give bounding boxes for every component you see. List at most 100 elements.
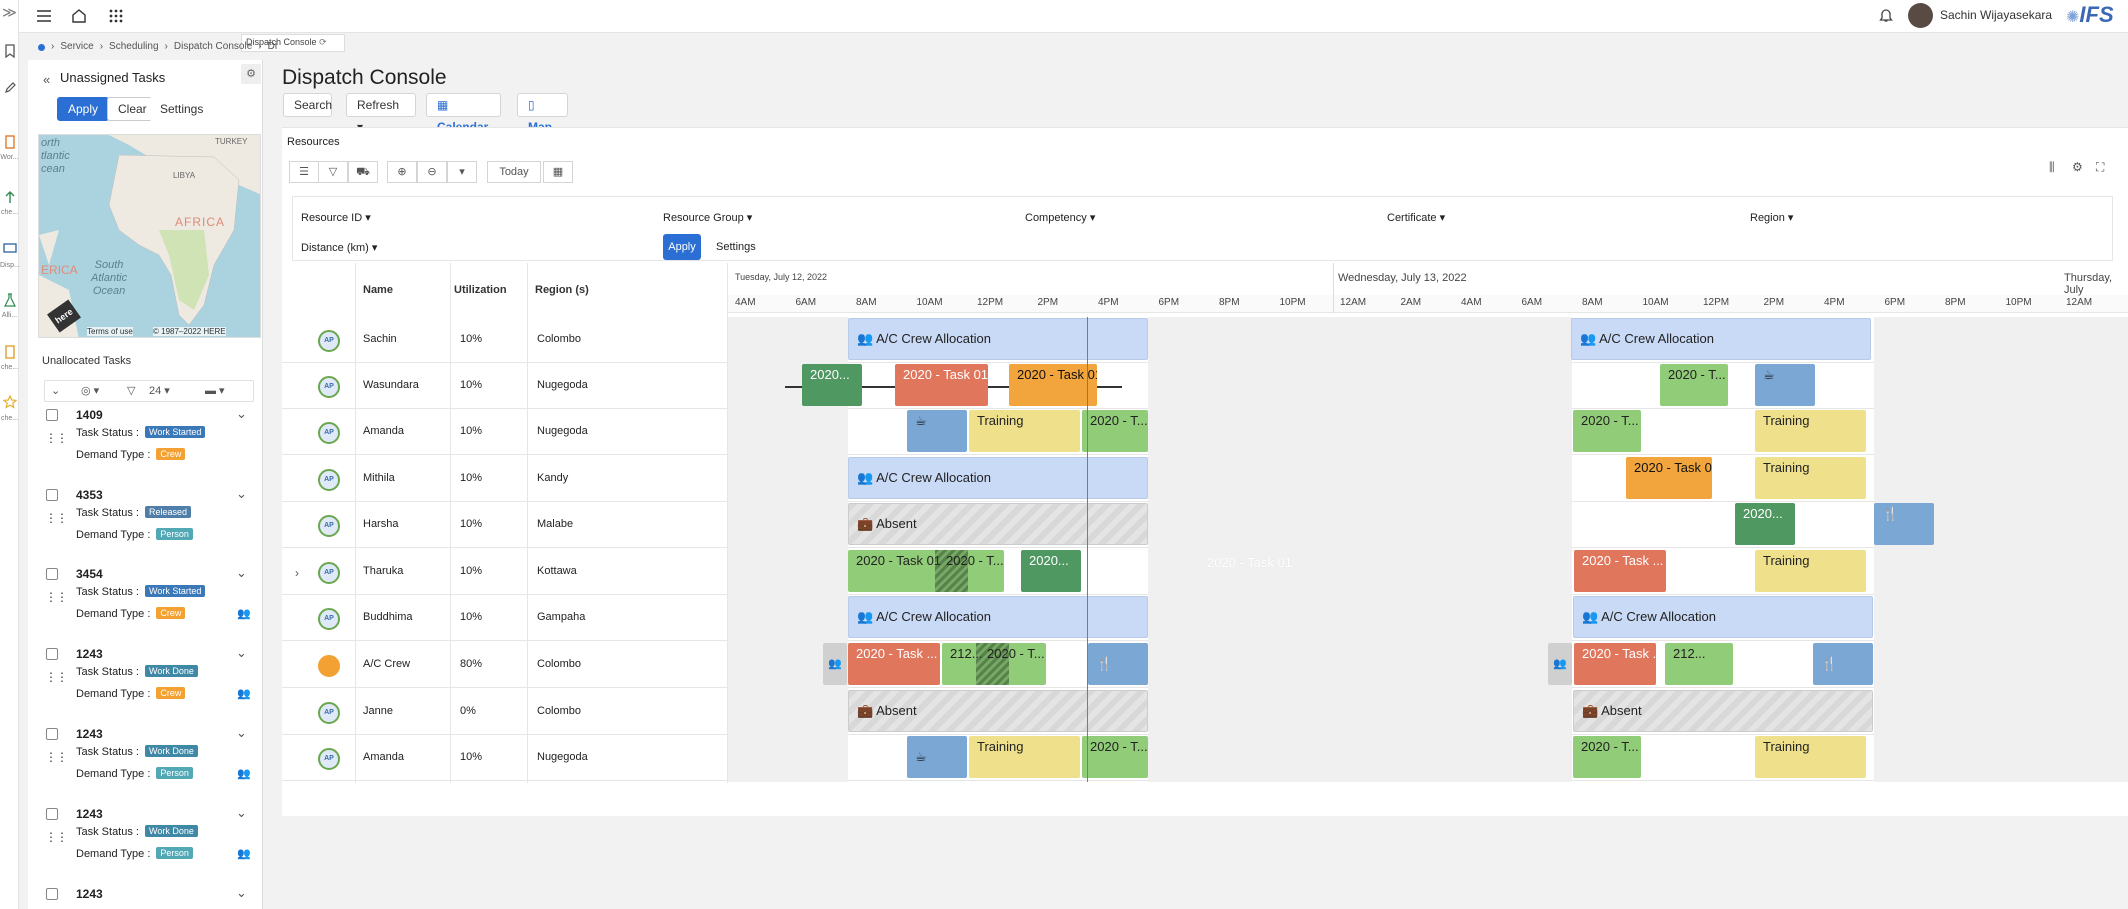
task-block[interactable]: 2020 - Task 01 — [1626, 457, 1712, 499]
zoom-out-icon[interactable]: ⊖ — [417, 161, 447, 183]
col-region[interactable]: Region (s) — [535, 284, 589, 296]
settings-button[interactable]: Settings — [149, 97, 215, 121]
distance-filter[interactable]: Distance (km) ▾ — [301, 241, 377, 254]
breadcrumb-item[interactable]: Dispatch Console — [174, 41, 252, 52]
home-icon[interactable] — [71, 8, 87, 26]
chevron-down-icon[interactable]: ⌄ — [236, 645, 247, 661]
group-icon[interactable]: ⛟ — [348, 161, 378, 183]
absent-block[interactable]: 💼 Absent — [848, 690, 1148, 732]
resource-group-filter[interactable]: Resource Group ▾ — [663, 211, 752, 224]
filter-settings-button[interactable]: Settings — [716, 241, 756, 253]
today-button[interactable]: Today — [487, 161, 541, 183]
page-size-select[interactable]: 24 ▾ — [149, 384, 170, 397]
break-block[interactable]: ☕ — [907, 736, 967, 778]
region-filter[interactable]: Region ▾ — [1750, 211, 1793, 224]
training-block[interactable]: Training — [1755, 457, 1866, 499]
task-block[interactable]: 212... — [1665, 643, 1733, 685]
col-util[interactable]: Utilization — [454, 284, 507, 296]
task-block[interactable]: 2020 - T... — [1082, 410, 1148, 452]
breadcrumb-item[interactable]: Scheduling — [109, 41, 158, 52]
training-block[interactable]: Training — [969, 736, 1080, 778]
panel-settings-icon[interactable]: ⚙ — [241, 64, 261, 84]
task-block[interactable]: 2020 - T... — [1082, 736, 1148, 778]
bell-icon[interactable] — [1879, 7, 1893, 26]
chevron-down-icon[interactable]: ⌄ — [236, 565, 247, 581]
training-block[interactable]: Training — [1755, 736, 1866, 778]
pencil-icon[interactable] — [0, 82, 19, 96]
training-block[interactable]: Training — [969, 410, 1080, 452]
crew-allocation-block[interactable]: 👥 A/C Crew Allocation — [848, 596, 1148, 638]
bookmark-icon[interactable] — [0, 44, 19, 60]
avatar[interactable] — [1908, 3, 1933, 28]
task-card[interactable]: 4353 ⌄ ⋮⋮ Task Status : Released Demand T… — [36, 484, 258, 564]
task-checkbox[interactable] — [46, 648, 58, 660]
apply-button[interactable]: Apply — [57, 97, 110, 121]
task-block[interactable]: 2020 - Task ... — [848, 643, 940, 685]
task-card[interactable]: 1243 ⌄ ⋮⋮ Task Status : Work Done Demand … — [36, 723, 258, 803]
task-block[interactable]: 2020 - Task 01 — [1009, 364, 1097, 406]
drag-handle-icon[interactable]: ⋮⋮ — [45, 830, 68, 844]
task-card[interactable]: 1243 ⌄ ⋮⋮ Task Status : Work Done Demand … — [36, 643, 258, 723]
filter-icon[interactable]: ▽ — [127, 384, 135, 397]
map-tab[interactable]: ▯ Map — [517, 93, 568, 134]
task-block[interactable]: 2020 - T... — [938, 550, 1004, 592]
rail-item-arrow-icon[interactable] — [0, 190, 19, 206]
view-select[interactable]: ▬ ▾ — [205, 384, 225, 397]
rail-item-work-icon[interactable] — [0, 135, 19, 151]
break-block[interactable]: ☕ — [1755, 364, 1815, 406]
apps-grid-icon[interactable] — [109, 9, 123, 26]
training-block[interactable]: Training — [1755, 410, 1866, 452]
task-card[interactable]: 3454 ⌄ ⋮⋮ Task Status : Work Started Dema… — [36, 563, 258, 643]
chevron-down-icon[interactable]: ⌄ — [236, 486, 247, 502]
crew-icon[interactable]: 👥 — [1548, 643, 1572, 685]
col-name[interactable]: Name — [363, 284, 393, 296]
task-block[interactable]: 2020 - T... — [979, 643, 1045, 685]
filter-apply-button[interactable]: Apply — [663, 234, 701, 260]
breadcrumb-item[interactable]: Di — [268, 41, 277, 52]
crew-allocation-block[interactable]: 👥 A/C Crew Allocation — [1571, 318, 1871, 360]
break-block[interactable]: 🍴 — [1813, 643, 1873, 685]
training-block[interactable]: Training — [1755, 550, 1866, 592]
task-checkbox[interactable] — [46, 728, 58, 740]
task-block[interactable]: 2020... — [1021, 550, 1081, 592]
rail-item-monitor-icon[interactable] — [0, 243, 19, 257]
certificate-filter[interactable]: Certificate ▾ — [1387, 211, 1445, 224]
task-card[interactable]: 1243 ⌄ ⋮⋮ Task Status : Work Done Demand … — [36, 803, 258, 883]
resource-id-filter[interactable]: Resource ID ▾ — [301, 211, 371, 224]
chevron-down-icon[interactable]: ⌄ — [236, 805, 247, 821]
crew-allocation-block[interactable]: 👥 A/C Crew Allocation — [1573, 596, 1873, 638]
breadcrumb-item[interactable]: Service — [60, 41, 93, 52]
task-checkbox[interactable] — [46, 888, 58, 900]
list-view-icon[interactable]: ☰ — [289, 161, 319, 183]
search-button[interactable]: Search — [283, 93, 332, 117]
crew-allocation-block[interactable]: 👥 A/C Crew Allocation — [848, 457, 1148, 499]
user-name[interactable]: Sachin Wijayasekara — [1940, 8, 2052, 22]
task-block[interactable]: 2020 - Task ... — [1574, 550, 1666, 592]
zoom-options-icon[interactable]: ▾ — [447, 161, 477, 183]
task-checkbox[interactable] — [46, 808, 58, 820]
task-checkbox[interactable] — [46, 568, 58, 580]
chevron-down-icon[interactable]: ⌄ — [236, 406, 247, 422]
task-card[interactable]: 1243 ⌄ — [36, 883, 258, 909]
calendar-picker-icon[interactable]: ▦ — [543, 161, 573, 183]
competency-filter[interactable]: Competency ▾ — [1025, 211, 1095, 224]
collapse-all-icon[interactable]: ⌄ — [51, 384, 60, 397]
task-block[interactable]: 2020 - T... — [1573, 736, 1641, 778]
rail-item-star-icon[interactable] — [0, 394, 19, 411]
filter-icon[interactable]: ▽ — [318, 161, 348, 183]
menu-icon[interactable] — [36, 9, 52, 26]
drag-handle-icon[interactable]: ⋮⋮ — [45, 511, 68, 525]
task-block[interactable]: 2020 - Task ... — [1574, 643, 1656, 685]
calendar-tab[interactable]: ▦ Calendar — [426, 93, 501, 134]
task-checkbox[interactable] — [46, 489, 58, 501]
fullscreen-icon[interactable]: ⛶ — [2096, 160, 2104, 175]
absent-block[interactable]: 💼 Absent — [848, 503, 1148, 545]
drag-handle-icon[interactable]: ⋮⋮ — [45, 590, 68, 604]
task-block[interactable]: 2020... — [802, 364, 862, 406]
chevron-down-icon[interactable]: ⌄ — [236, 885, 247, 901]
expand-rail-icon[interactable]: ≫ — [0, 4, 19, 21]
map-view[interactable]: orth tlantic cean LIBYA TURKEY AFRICA Sout… — [38, 134, 261, 338]
task-block[interactable]: 2020... — [1735, 503, 1795, 545]
absent-block[interactable]: 💼 Absent — [1573, 690, 1873, 732]
expand-row-icon[interactable]: › — [295, 566, 299, 580]
